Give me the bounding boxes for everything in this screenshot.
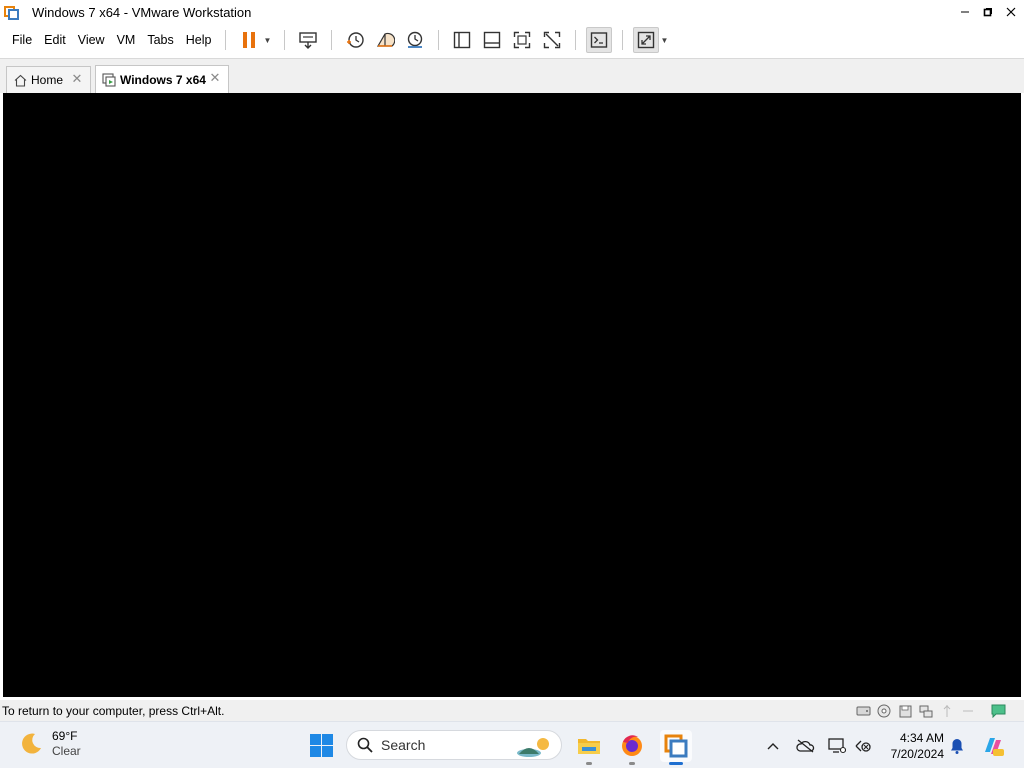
status-message: To return to your computer, press Ctrl+A…	[2, 703, 225, 718]
onedrive-icon[interactable]	[794, 735, 816, 757]
take-snapshot-button[interactable]	[342, 27, 368, 53]
tab-windows-7-x64[interactable]: Windows 7 x64 ✕	[95, 65, 229, 93]
send-ctrl-alt-del-button[interactable]	[295, 27, 321, 53]
restore-button[interactable]	[976, 0, 1000, 24]
close-icon[interactable]: ✕	[208, 71, 222, 85]
tab-home[interactable]: Home ✕	[6, 66, 91, 93]
window-title: Windows 7 x64 - VMware Workstation	[32, 4, 252, 20]
running-indicator	[586, 762, 592, 765]
stretch-dropdown[interactable]: ▼	[659, 27, 669, 53]
show-library-icon	[454, 31, 471, 49]
vmware-app-icon	[4, 4, 20, 20]
hard-disk-icon[interactable]	[855, 703, 871, 719]
usb-icon[interactable]	[939, 703, 955, 719]
toolbar-separator	[225, 30, 227, 50]
clock-date: 7/20/2024	[890, 747, 944, 761]
taskbar-search[interactable]: Search	[346, 730, 562, 760]
network-icon[interactable]	[826, 735, 848, 757]
restore-icon	[983, 8, 992, 17]
weather-temperature: 69°F	[52, 729, 78, 743]
unity-icon	[544, 31, 561, 49]
close-icon	[1006, 7, 1016, 17]
show-thumbnail-bar-icon	[484, 31, 501, 49]
toolbar-separator	[331, 30, 333, 50]
network-adapter-icon[interactable]	[918, 703, 934, 719]
show-thumbnail-bar-button[interactable]	[479, 27, 505, 53]
clock-time: 4:34 AM	[899, 731, 944, 745]
menu-tabs[interactable]: Tabs	[141, 28, 179, 52]
weather-condition: Clear	[52, 744, 81, 758]
menu-edit[interactable]: Edit	[38, 28, 72, 52]
moon-icon	[22, 733, 41, 754]
cd-dvd-icon[interactable]	[876, 703, 892, 719]
minimize-button[interactable]	[953, 0, 977, 24]
pause-dropdown[interactable]: ▼	[262, 27, 272, 53]
weather-widget[interactable]: 69°F Clear	[18, 729, 81, 759]
file-explorer-button[interactable]	[573, 730, 605, 765]
pause-button[interactable]	[236, 27, 262, 53]
menu-help[interactable]: Help	[180, 28, 218, 52]
send-ctrl-alt-del-icon	[299, 32, 318, 49]
message-log-icon[interactable]	[990, 703, 1006, 719]
stretch-guest-button[interactable]	[633, 27, 660, 53]
system-tray	[762, 722, 874, 768]
search-highlight-icon	[517, 738, 549, 757]
menu-file[interactable]: File	[6, 28, 38, 52]
firefox-button[interactable]	[616, 730, 648, 765]
vm-icon	[102, 72, 116, 87]
start-button[interactable]	[308, 732, 334, 758]
tab-vm-label: Windows 7 x64	[120, 72, 206, 87]
taskbar-clock[interactable]: 4:34 AM 7/20/2024	[880, 730, 944, 762]
status-bar: To return to your computer, press Ctrl+A…	[0, 700, 1024, 721]
toolbar-separator	[284, 30, 286, 50]
snapshot-icon	[347, 32, 365, 48]
snapshot-manager-icon	[408, 31, 423, 48]
title-bar: Windows 7 x64 - VMware Workstation	[0, 0, 1024, 24]
revert-snapshot-icon	[377, 32, 396, 47]
accessibility-icon[interactable]	[852, 735, 874, 757]
search-placeholder: Search	[381, 737, 426, 753]
start-icon	[310, 734, 321, 745]
snapshot-manager-button[interactable]	[402, 27, 428, 53]
vmware-taskbar-button[interactable]	[660, 730, 692, 765]
search-icon	[357, 737, 373, 753]
tab-home-label: Home	[31, 73, 64, 87]
notification-bell-icon[interactable]	[948, 737, 966, 755]
running-indicator	[629, 762, 635, 765]
minimize-icon	[961, 11, 969, 13]
toolbar-separator	[622, 30, 624, 50]
chevron-down-icon: ▼	[660, 35, 669, 45]
chevron-down-icon: ▼	[263, 35, 272, 45]
toolbar-separator	[575, 30, 577, 50]
home-icon	[14, 74, 27, 87]
full-screen-button[interactable]	[509, 27, 535, 53]
unity-button[interactable]	[539, 27, 565, 53]
console-view-icon	[591, 32, 608, 48]
show-library-button[interactable]	[449, 27, 475, 53]
console-view-button[interactable]	[586, 27, 613, 53]
stretch-guest-icon	[638, 31, 655, 49]
close-button[interactable]	[999, 0, 1023, 24]
copilot-icon[interactable]	[980, 733, 1006, 759]
tab-strip: Home ✕ Windows 7 x64 ✕	[0, 59, 1024, 93]
revert-snapshot-button[interactable]	[372, 27, 398, 53]
chevron-up-icon[interactable]	[762, 735, 784, 757]
close-icon[interactable]: ✕	[70, 72, 84, 86]
menu-view[interactable]: View	[72, 28, 111, 52]
menu-vm[interactable]: VM	[111, 28, 142, 52]
vmware-icon	[664, 734, 688, 758]
firefox-icon	[622, 735, 642, 756]
toolbar-separator	[438, 30, 440, 50]
running-indicator	[669, 762, 683, 765]
device-icons	[850, 702, 1006, 720]
vm-console-display[interactable]	[3, 93, 1021, 697]
full-screen-icon	[514, 31, 531, 49]
menu-toolbar: File Edit View VM Tabs Help ▼ ▼	[0, 24, 1024, 56]
windows-taskbar: 69°F Clear Search 4:34 AM 7/20/2024	[0, 721, 1024, 768]
sound-icon[interactable]	[960, 703, 976, 719]
file-explorer-icon	[578, 739, 600, 754]
floppy-icon[interactable]	[897, 703, 913, 719]
pause-icon	[243, 32, 256, 48]
